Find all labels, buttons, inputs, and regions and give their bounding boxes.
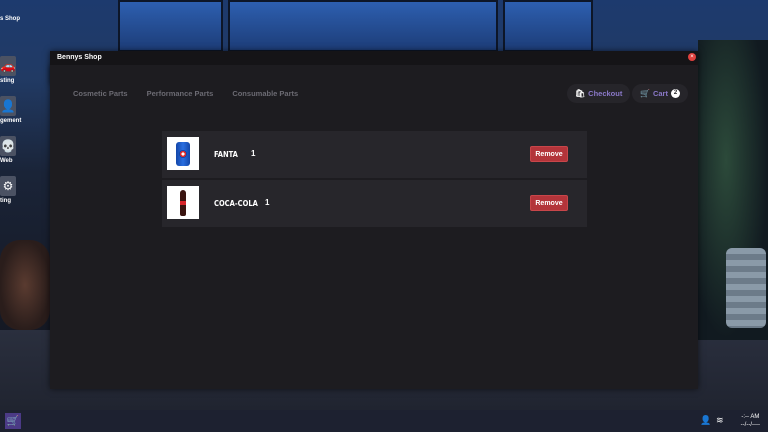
cart-item-row: FANTA 1 Remove <box>162 131 587 178</box>
bag-icon: 🛍 <box>575 89 586 98</box>
product-quantity: 1 <box>251 149 256 158</box>
clock-time: -:-- AM <box>741 414 760 420</box>
user-settings-icon[interactable]: 👤 <box>700 415 711 426</box>
desktop-icon-label: ting <box>0 198 11 204</box>
tab-cosmetic-parts[interactable]: Cosmetic Parts <box>73 89 128 98</box>
product-image <box>167 137 199 170</box>
product-name: COCA-COLA <box>214 199 258 208</box>
desktop-icon-label: Web <box>0 158 13 164</box>
desktop-icon-settings[interactable]: ⚙ ting <box>0 176 44 204</box>
wallpaper-window <box>228 0 498 52</box>
car-icon: 🚗 <box>0 56 16 76</box>
product-name: FANTA <box>214 150 238 159</box>
product-quantity: 1 <box>265 198 270 207</box>
wallpaper-pot <box>726 248 766 328</box>
wallpaper-window <box>118 0 223 52</box>
gear-icon: ⚙ <box>0 176 16 196</box>
window-title: Bennys Shop <box>57 54 102 61</box>
remove-button[interactable]: Remove <box>530 146 568 162</box>
shop-window: Bennys Shop × Cosmetic Parts Performance… <box>50 51 698 389</box>
tab-performance-parts[interactable]: Performance Parts <box>147 89 214 98</box>
close-icon[interactable]: × <box>688 53 696 61</box>
cart-count-badge: 2 <box>670 89 680 98</box>
desktop-icon-label: sting <box>0 78 15 84</box>
soda-bottle-image <box>180 189 186 216</box>
soda-can-image <box>176 141 190 166</box>
taskbar: 🛒 👤 ≋ -:-- AM --/--/---- <box>0 410 768 432</box>
wifi-icon[interactable]: ≋ <box>716 415 724 426</box>
wallpaper-window <box>503 0 593 52</box>
shopping-cart-icon: 🛒 <box>640 89 650 98</box>
window-titlebar[interactable]: Bennys Shop × <box>50 51 698 65</box>
desktop-icon-shop[interactable]: 🛒 s Shop <box>0 14 66 85</box>
clock-date: --/--/---- <box>740 422 760 428</box>
product-image <box>167 186 199 219</box>
cart-item-row: COCA-COLA 1 Remove <box>162 180 587 227</box>
desktop-icon-dark-web[interactable]: 💀 Web <box>0 136 44 164</box>
remove-button[interactable]: Remove <box>530 195 568 211</box>
desktop-icon-testing[interactable]: 🚗 sting <box>0 56 44 84</box>
cart-label: Cart <box>652 89 668 98</box>
user-icon: 👤 <box>0 96 16 116</box>
desktop-icon-management[interactable]: 👤 gement <box>0 96 44 124</box>
cart-button[interactable]: 🛒 Cart 2 <box>632 84 688 103</box>
desktop-icon-label: gement <box>0 118 22 124</box>
tab-consumable-parts[interactable]: Consumable Parts <box>232 89 298 98</box>
checkout-button[interactable]: 🛍 Checkout <box>567 84 631 103</box>
cart-item-list: FANTA 1 Remove COCA-COLA 1 Remove <box>162 131 587 229</box>
shopping-cart-icon[interactable]: 🛒 <box>5 413 21 429</box>
skull-icon: 💀 <box>0 136 16 156</box>
category-tabs: Cosmetic Parts Performance Parts Consuma… <box>73 89 298 98</box>
checkout-label: Checkout <box>588 89 623 98</box>
clock[interactable]: -:-- AM --/--/---- <box>741 413 760 429</box>
desktop-icon-label: s Shop <box>0 16 21 22</box>
wallpaper-teddy-bear <box>0 240 50 330</box>
